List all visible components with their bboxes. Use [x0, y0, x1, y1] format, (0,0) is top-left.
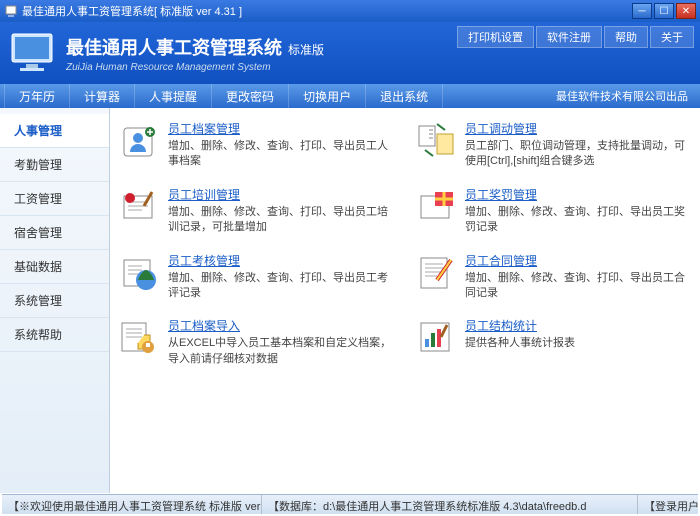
top-menu-register[interactable]: 软件注册 — [536, 26, 602, 48]
module-reward-title[interactable]: 员工奖罚管理 — [465, 186, 537, 203]
tool-password[interactable]: 更改密码 — [212, 84, 289, 108]
module-stats-title[interactable]: 员工结构统计 — [465, 317, 537, 334]
content: 员工档案管理 增加、删除、修改、查询、打印、导出员工人事档案 员工调动管理 员工… — [110, 108, 700, 493]
sidebar-item-dorm[interactable]: 宿舍管理 — [0, 216, 109, 250]
title-bar: 最佳通用人事工资管理系统[ 标准版 ver 4.31 ] ─ ☐ ✕ — [0, 0, 700, 22]
top-menu-help[interactable]: 帮助 — [604, 26, 648, 48]
training-icon — [118, 186, 160, 228]
module-reward: 员工奖罚管理 增加、删除、修改、查询、打印、导出员工奖罚记录 — [415, 186, 692, 236]
tool-exit[interactable]: 退出系统 — [366, 84, 443, 108]
monitor-icon — [10, 32, 58, 74]
module-import-desc: 从EXCEL中导入员工基本档案和自定义档案，导入前请仔细核对数据 — [168, 336, 395, 367]
banner-title: 最佳通用人事工资管理系统 标准版 — [66, 34, 324, 60]
module-training-title[interactable]: 员工培训管理 — [168, 186, 240, 203]
maximize-button[interactable]: ☐ — [654, 3, 674, 19]
sidebar: 人事管理 考勤管理 工资管理 宿舍管理 基础数据 系统管理 系统帮助 — [0, 108, 110, 493]
app-window: 最佳通用人事工资管理系统[ 标准版 ver 4.31 ] ─ ☐ ✕ 最佳通用人… — [0, 0, 700, 516]
module-contract-desc: 增加、删除、修改、查询、打印、导出员工合同记录 — [465, 271, 692, 302]
sidebar-item-system[interactable]: 系统管理 — [0, 284, 109, 318]
module-assessment: 员工考核管理 增加、删除、修改、查询、打印、导出员工考评记录 — [118, 252, 395, 302]
banner-subtitle: ZuiJia Human Resource Management System — [66, 62, 324, 73]
import-icon — [118, 317, 160, 359]
sidebar-item-salary[interactable]: 工资管理 — [0, 182, 109, 216]
top-menu-printer[interactable]: 打印机设置 — [457, 26, 534, 48]
company-label: 最佳软件技术有限公司出品 — [544, 84, 700, 108]
module-training-desc: 增加、删除、修改、查询、打印、导出员工培训记录，可批量增加 — [168, 205, 395, 236]
module-import-title[interactable]: 员工档案导入 — [168, 317, 240, 334]
module-training: 员工培训管理 增加、删除、修改、查询、打印、导出员工培训记录，可批量增加 — [118, 186, 395, 236]
module-contract: 员工合同管理 增加、删除、修改、查询、打印、导出员工合同记录 — [415, 252, 692, 302]
minimize-button[interactable]: ─ — [632, 3, 652, 19]
sidebar-item-basedata[interactable]: 基础数据 — [0, 250, 109, 284]
module-profile-desc: 增加、删除、修改、查询、打印、导出员工人事档案 — [168, 139, 395, 170]
module-stats: 员工结构统计 提供各种人事统计报表 — [415, 317, 692, 367]
module-assessment-title[interactable]: 员工考核管理 — [168, 252, 240, 269]
tool-reminder[interactable]: 人事提醒 — [135, 84, 212, 108]
status-bar: 【※欢迎使用最佳通用人事工资管理系统 标准版 ver 4.31】 【数据库：d:… — [2, 494, 698, 514]
profile-icon — [118, 120, 160, 162]
tool-calculator[interactable]: 计算器 — [70, 84, 135, 108]
module-transfer-title[interactable]: 员工调动管理 — [465, 120, 537, 137]
app-icon — [4, 4, 18, 18]
top-menu: 打印机设置 软件注册 帮助 关于 — [457, 26, 694, 48]
module-transfer: 员工调动管理 员工部门、职位调动管理，支持批量调动，可使用[Ctrl],[shi… — [415, 120, 692, 170]
assess-icon — [118, 252, 160, 294]
banner-titles: 最佳通用人事工资管理系统 标准版 ZuiJia Human Resource M… — [66, 34, 324, 73]
module-profile-title[interactable]: 员工档案管理 — [168, 120, 240, 137]
top-menu-about[interactable]: 关于 — [650, 26, 694, 48]
module-stats-desc: 提供各种人事统计报表 — [465, 336, 692, 351]
module-contract-title[interactable]: 员工合同管理 — [465, 252, 537, 269]
module-profile: 员工档案管理 增加、删除、修改、查询、打印、导出员工人事档案 — [118, 120, 395, 170]
body-area: 人事管理 考勤管理 工资管理 宿舍管理 基础数据 系统管理 系统帮助 员工档案管… — [0, 108, 700, 493]
toolbar-spacer — [443, 84, 544, 108]
module-reward-desc: 增加、删除、修改、查询、打印、导出员工奖罚记录 — [465, 205, 692, 236]
module-assessment-desc: 增加、删除、修改、查询、打印、导出员工考评记录 — [168, 271, 395, 302]
status-welcome: 【※欢迎使用最佳通用人事工资管理系统 标准版 ver 4.31】 — [2, 495, 262, 514]
sidebar-item-attendance[interactable]: 考勤管理 — [0, 148, 109, 182]
banner-title-text: 最佳通用人事工资管理系统 — [66, 34, 282, 60]
close-button[interactable]: ✕ — [676, 3, 696, 19]
transfer-icon — [415, 120, 457, 162]
sidebar-item-help[interactable]: 系统帮助 — [0, 318, 109, 352]
banner-edition: 标准版 — [288, 41, 324, 58]
tool-calendar[interactable]: 万年历 — [4, 84, 70, 108]
sidebar-item-personnel[interactable]: 人事管理 — [0, 114, 109, 148]
banner: 最佳通用人事工资管理系统 标准版 ZuiJia Human Resource M… — [0, 22, 700, 84]
window-title: 最佳通用人事工资管理系统[ 标准版 ver 4.31 ] — [22, 3, 632, 19]
tool-switch-user[interactable]: 切换用户 — [289, 84, 366, 108]
window-controls: ─ ☐ ✕ — [632, 3, 696, 19]
module-grid: 员工档案管理 增加、删除、修改、查询、打印、导出员工人事档案 员工调动管理 员工… — [118, 120, 692, 367]
module-transfer-desc: 员工部门、职位调动管理，支持批量调动，可使用[Ctrl],[shift]组合键多… — [465, 139, 692, 170]
toolbar: 万年历 计算器 人事提醒 更改密码 切换用户 退出系统 最佳软件技术有限公司出品 — [0, 84, 700, 108]
status-user: 【登录用户： — [638, 495, 698, 514]
contract-icon — [415, 252, 457, 294]
reward-icon — [415, 186, 457, 228]
status-db: 【数据库：d:\最佳通用人事工资管理系统标准版 4.3\data\freedb.… — [262, 495, 638, 514]
stats-icon — [415, 317, 457, 359]
module-import: 员工档案导入 从EXCEL中导入员工基本档案和自定义档案，导入前请仔细核对数据 — [118, 317, 395, 367]
